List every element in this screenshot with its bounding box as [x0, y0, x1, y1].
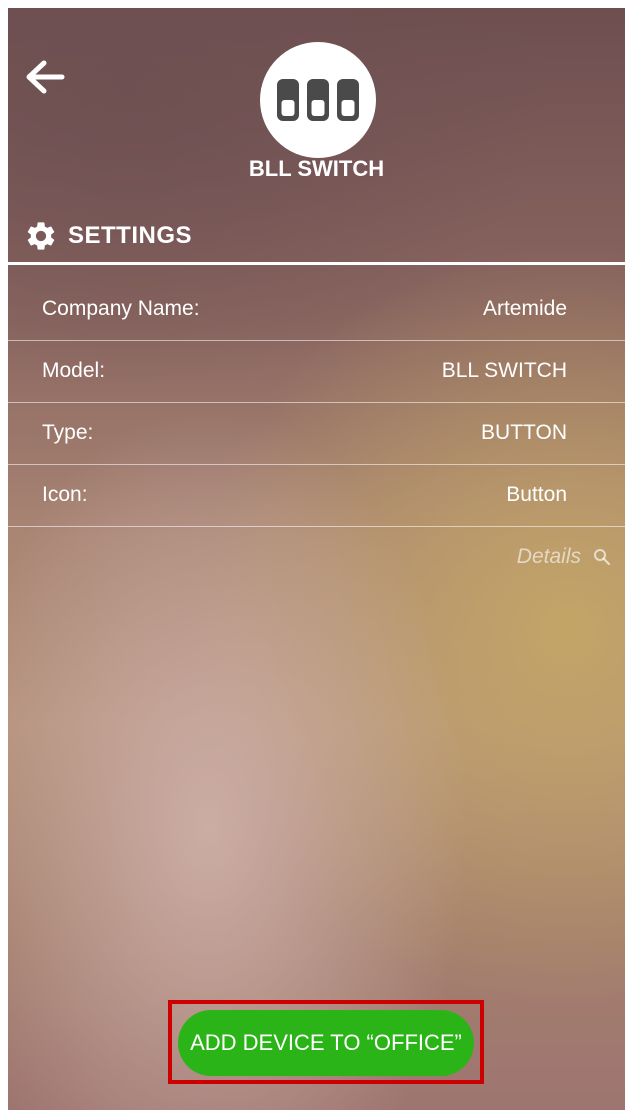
row-value: Button [506, 483, 567, 506]
details-label: Details [516, 545, 581, 568]
arrow-left-icon [26, 60, 65, 94]
device-icon-badge [260, 42, 376, 158]
row-label: Icon: [42, 483, 88, 506]
back-button[interactable] [22, 54, 68, 100]
settings-header: SETTINGS [24, 216, 192, 256]
details-link[interactable]: Details [517, 545, 611, 569]
magnifier-icon [594, 549, 611, 566]
device-settings-screen: BLL SWITCH SETTINGS Company Name: Artemi… [8, 8, 625, 1110]
row-value: BUTTON [481, 421, 567, 444]
settings-row-model: Model: BLL SWITCH [8, 340, 625, 403]
settings-row-type: Type: BUTTON [8, 402, 625, 465]
row-label: Company Name: [42, 297, 200, 320]
row-value: BLL SWITCH [441, 359, 567, 382]
settings-row-company: Company Name: Artemide [8, 278, 625, 341]
row-value: Artemide [482, 297, 567, 320]
row-label: Type: [42, 421, 94, 444]
settings-title: SETTINGS [68, 222, 193, 249]
settings-row-icon: Icon: Button [8, 464, 625, 527]
triple-switch-icon [277, 79, 359, 121]
device-name: BLL SWITCH [248, 156, 385, 181]
settings-divider [8, 262, 625, 265]
row-label: Model: [42, 359, 106, 382]
add-device-button[interactable]: ADD DEVICE TO “OFFICE” [178, 1010, 474, 1076]
gear-icon [27, 222, 55, 250]
